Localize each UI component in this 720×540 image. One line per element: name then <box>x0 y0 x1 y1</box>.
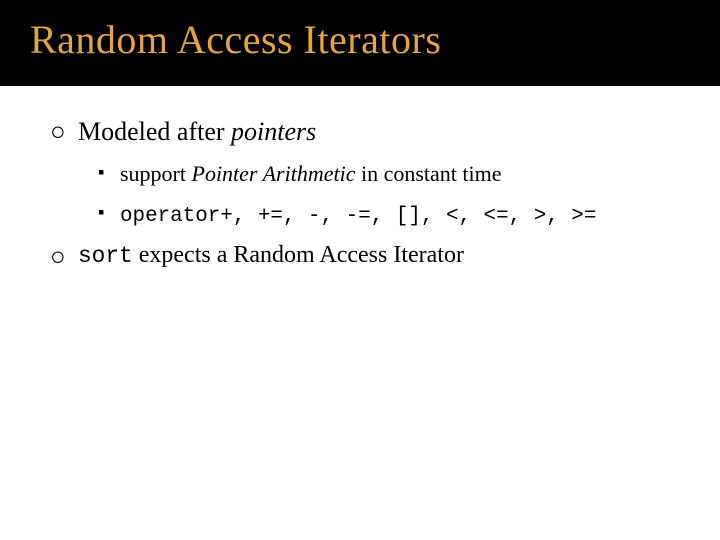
text-fragment-italic: Pointer Arithmetic <box>192 161 356 186</box>
bullet-text: sort expects a Random Access Iterator <box>78 239 464 272</box>
text-fragment: Modeled after <box>78 117 231 146</box>
text-fragment-italic: pointers <box>231 117 316 146</box>
bullet-text: Modeled after pointers <box>78 114 316 149</box>
slide: Random Access Iterators ○ Modeled after … <box>0 0 720 540</box>
slide-title: Random Access Iterators <box>30 18 720 62</box>
text-fragment: expects a Random Access Iterator <box>133 242 464 268</box>
circle-bullet-icon: ○ <box>50 240 78 274</box>
bullet-text: support Pointer Arithmetic in constant t… <box>120 159 502 189</box>
text-fragment: in constant time <box>355 161 501 186</box>
square-bullet-icon: ▪ <box>98 159 120 185</box>
code-fragment: sort <box>78 243 133 269</box>
list-item: ▪ support Pointer Arithmetic in constant… <box>98 159 680 189</box>
list-item: ○ sort expects a Random Access Iterator <box>50 239 680 273</box>
text-fragment: support <box>120 161 192 186</box>
circle-bullet-icon: ○ <box>50 115 78 149</box>
title-bar: Random Access Iterators <box>0 0 720 86</box>
list-item: ▪ operator+, +=, -, -=, [], <, <=, >, >= <box>98 199 680 231</box>
bullet-text: operator+, +=, -, -=, [], <, <=, >, >= <box>120 199 596 231</box>
square-bullet-icon: ▪ <box>98 199 120 225</box>
list-item: ○ Modeled after pointers <box>50 114 680 149</box>
code-fragment: operator+, +=, -, -=, [], <, <=, >, >= <box>120 205 596 228</box>
slide-content: ○ Modeled after pointers ▪ support Point… <box>0 86 720 273</box>
